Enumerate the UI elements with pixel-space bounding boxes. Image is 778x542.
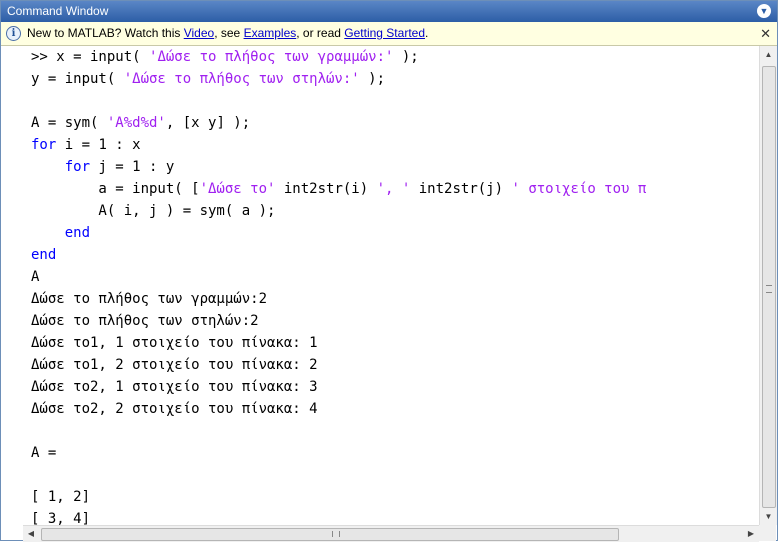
command-window: Command Window ▼ i New to MATLAB? Watch …: [0, 0, 778, 542]
window-menu-icon[interactable]: ▼: [757, 4, 771, 18]
output-line: Δώσε το1, 2 στοιχείο του πίνακα: 2: [31, 357, 318, 373]
scroll-left-icon[interactable]: ◀: [23, 526, 39, 542]
info-icon: i: [6, 26, 21, 41]
vertical-scrollbar[interactable]: ▲ ▼: [759, 46, 777, 525]
result-label: A =: [31, 445, 57, 461]
code-line: a = input( ['Δώσε το' int2str(i) ', ' in…: [31, 181, 647, 197]
vertical-scroll-thumb[interactable]: [762, 66, 776, 508]
code-line: >> x = input( 'Δώσε το πλήθος των γραμμώ…: [31, 49, 419, 65]
scroll-grip-icon: [332, 531, 340, 537]
scroll-up-icon[interactable]: ▲: [760, 46, 777, 63]
info-bar: i New to MATLAB? Watch this Video, see E…: [1, 22, 777, 46]
info-message: New to MATLAB? Watch this Video, see Exa…: [27, 22, 428, 45]
output-line: Δώσε το1, 1 στοιχείο του πίνακα: 1: [31, 335, 318, 351]
output-line: Δώσε το2, 1 στοιχείο του πίνακα: 3: [31, 379, 318, 395]
matrix-row: [ 3, 4]: [31, 511, 91, 525]
code-line: A = sym( 'A%d%d', [x y] );: [31, 115, 251, 131]
title-bar: Command Window ▼: [1, 1, 777, 22]
output-line: Δώσε το πλήθος των στηλών:2: [31, 313, 259, 329]
video-link[interactable]: Video: [184, 26, 214, 40]
command-output-area[interactable]: >> x = input( 'Δώσε το πλήθος των γραμμώ…: [1, 46, 759, 525]
command-text: >> x = input( 'Δώσε το πλήθος των γραμμώ…: [31, 46, 646, 525]
code-line: for i = 1 : x: [31, 137, 141, 153]
output-line: Δώσε το πλήθος των γραμμών:2: [31, 291, 268, 307]
info-sep-1: , see: [214, 26, 244, 40]
getting-started-link[interactable]: Getting Started: [344, 26, 425, 40]
scrollbar-corner: [759, 525, 776, 541]
window-title: Command Window: [7, 4, 109, 18]
horizontal-scroll-thumb[interactable]: [41, 528, 619, 541]
code-line: A( i, j ) = sym( a );: [31, 203, 276, 219]
horizontal-scrollbar[interactable]: ◀ ▶: [23, 525, 759, 542]
code-line: y = input( 'Δώσε το πλήθος των στηλών:' …: [31, 71, 386, 87]
scroll-grip-icon: [766, 285, 772, 293]
matrix-row: [ 1, 2]: [31, 489, 91, 505]
output-line: Δώσε το2, 2 στοιχείο του πίνακα: 4: [31, 401, 318, 417]
code-line: for j = 1 : y: [64, 159, 175, 175]
info-prefix: New to MATLAB? Watch this: [27, 26, 184, 40]
examples-link[interactable]: Examples: [244, 26, 297, 40]
code-line: A: [31, 269, 40, 285]
info-sep-2: , or read: [296, 26, 345, 40]
scroll-down-icon[interactable]: ▼: [760, 508, 777, 525]
code-line: end: [64, 225, 91, 241]
info-suffix: .: [425, 26, 429, 40]
close-icon[interactable]: ✕: [760, 22, 771, 45]
code-line: end: [31, 247, 57, 263]
scroll-right-icon[interactable]: ▶: [743, 526, 759, 542]
